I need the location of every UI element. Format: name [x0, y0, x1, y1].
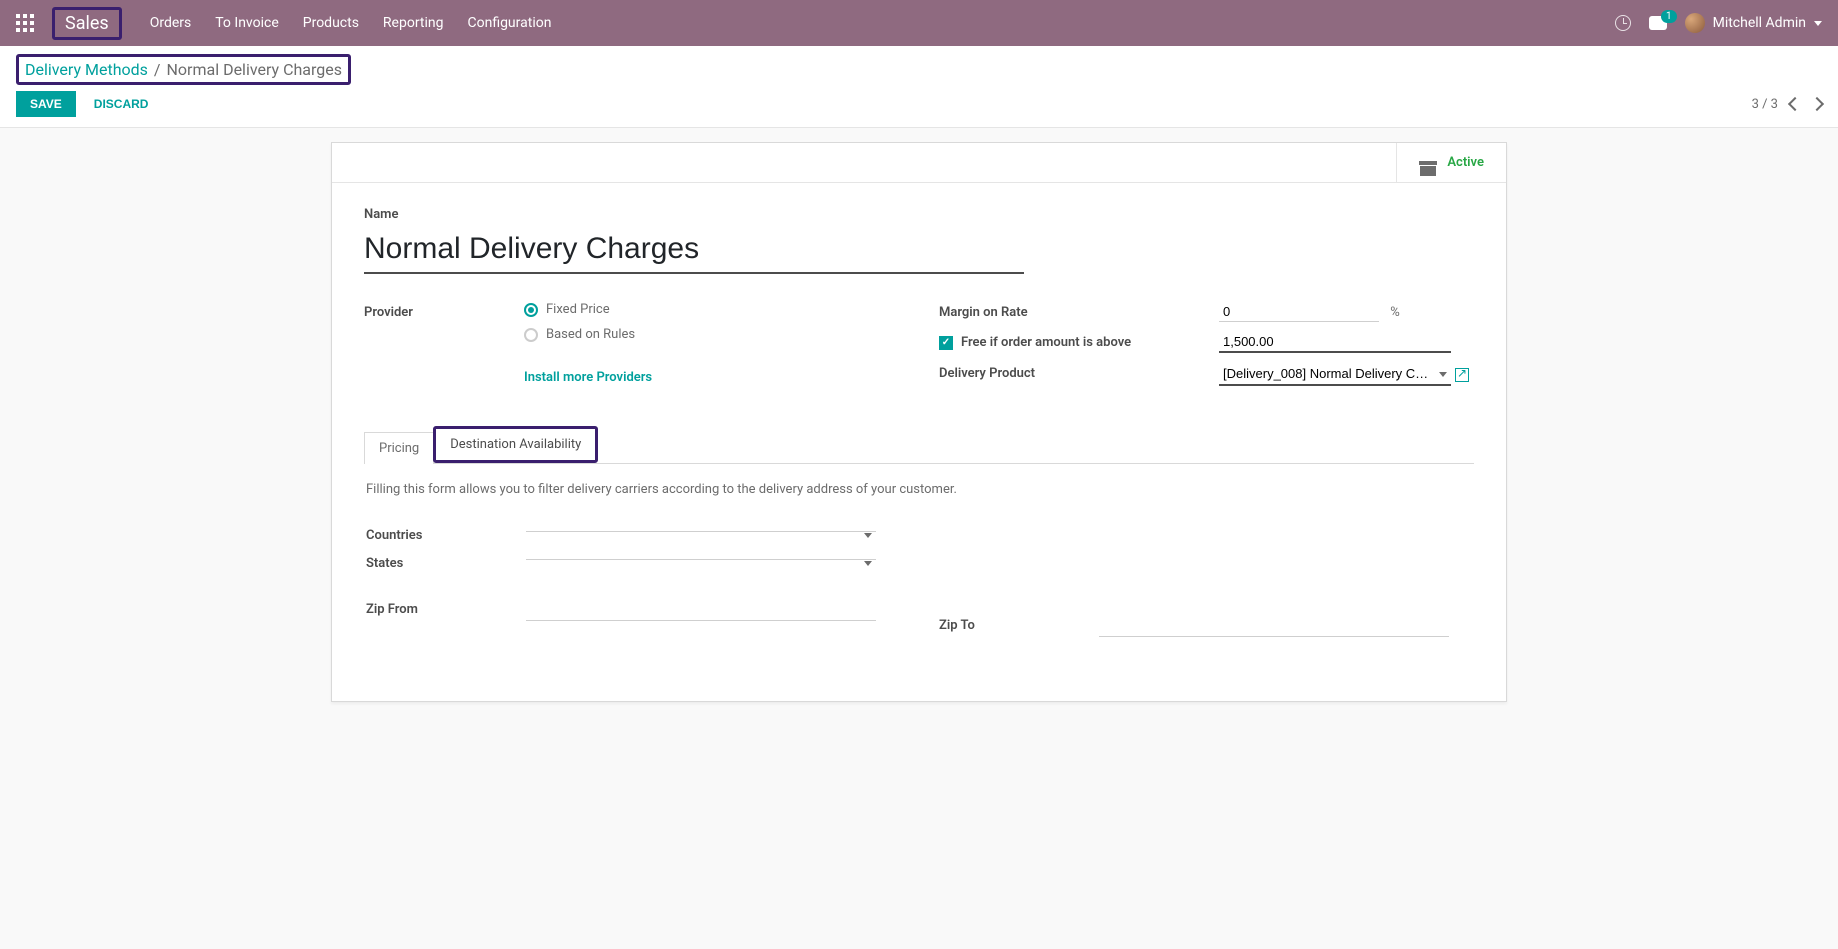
- caret-down-icon: [864, 533, 872, 538]
- name-label: Name: [364, 207, 1474, 222]
- external-link-icon[interactable]: [1455, 368, 1469, 382]
- nav-menu: Orders To Invoice Products Reporting Con…: [150, 15, 552, 31]
- navbar-left: Sales Orders To Invoice Products Reporti…: [16, 7, 551, 40]
- caret-down-icon: [1814, 21, 1822, 26]
- provider-rules-label: Based on Rules: [546, 327, 635, 342]
- breadcrumb: Delivery Methods / Normal Delivery Charg…: [16, 54, 351, 85]
- destination-help-text: Filling this form allows you to filter d…: [366, 482, 1472, 497]
- caret-down-icon: [864, 561, 872, 566]
- delivery-product-label: Delivery Product: [939, 363, 1219, 381]
- tab-destination-availability[interactable]: Destination Availability: [433, 426, 598, 463]
- nav-to-invoice[interactable]: To Invoice: [215, 15, 279, 31]
- action-buttons: SAVE DISCARD: [16, 91, 156, 117]
- radio-unchecked-icon: [524, 328, 538, 342]
- avatar-icon: [1685, 13, 1705, 33]
- free-over-input[interactable]: [1219, 332, 1451, 353]
- margin-input[interactable]: [1219, 302, 1379, 322]
- app-title[interactable]: Sales: [52, 7, 122, 40]
- user-menu[interactable]: Mitchell Admin: [1685, 13, 1822, 33]
- tabs: Pricing Destination Availability: [364, 426, 1474, 464]
- margin-label: Margin on Rate: [939, 302, 1219, 320]
- delivery-product-input[interactable]: [1219, 363, 1451, 386]
- active-label: Active: [1447, 155, 1484, 170]
- discuss-icon[interactable]: 1: [1649, 16, 1667, 30]
- countries-label: Countries: [366, 525, 526, 543]
- name-input[interactable]: [364, 228, 1024, 274]
- breadcrumb-current: Normal Delivery Charges: [167, 60, 342, 79]
- status-bar: Active: [332, 143, 1506, 183]
- tab-destination-content: Filling this form allows you to filter d…: [364, 464, 1474, 677]
- top-navbar: Sales Orders To Invoice Products Reporti…: [0, 0, 1838, 46]
- apps-icon[interactable]: [16, 14, 34, 32]
- provider-fixed-label: Fixed Price: [546, 302, 610, 317]
- breadcrumb-parent[interactable]: Delivery Methods: [25, 60, 148, 79]
- pager-prev-button[interactable]: [1788, 97, 1802, 111]
- breadcrumb-sep: /: [154, 60, 161, 79]
- user-name: Mitchell Admin: [1713, 15, 1806, 31]
- archive-icon: [1419, 161, 1437, 165]
- nav-orders[interactable]: Orders: [150, 15, 192, 31]
- free-over-checkbox[interactable]: [939, 336, 953, 350]
- provider-based-on-rules[interactable]: Based on Rules: [524, 327, 899, 342]
- free-over-label: Free if order amount is above: [961, 335, 1131, 350]
- countries-input[interactable]: [526, 525, 876, 532]
- zip-to-label: Zip To: [939, 615, 1099, 633]
- percent-suffix: %: [1390, 305, 1400, 320]
- states-input[interactable]: [526, 553, 876, 560]
- navbar-right: 1 Mitchell Admin: [1615, 13, 1822, 33]
- install-providers-link[interactable]: Install more Providers: [524, 370, 899, 385]
- nav-reporting[interactable]: Reporting: [383, 15, 444, 31]
- pager: 3 / 3: [1752, 97, 1822, 112]
- form-sheet: Active Name Provider Fixed Price: [331, 142, 1507, 702]
- activity-icon[interactable]: [1615, 15, 1631, 31]
- discard-button[interactable]: DISCARD: [86, 91, 157, 117]
- provider-fixed-price[interactable]: Fixed Price: [524, 302, 899, 317]
- zip-from-label: Zip From: [366, 599, 526, 617]
- zip-to-input[interactable]: [1099, 615, 1449, 637]
- chat-badge: 1: [1661, 10, 1677, 23]
- save-button[interactable]: SAVE: [16, 91, 76, 117]
- pager-text: 3 / 3: [1752, 97, 1778, 112]
- radio-checked-icon: [524, 303, 538, 317]
- zip-from-input[interactable]: [526, 599, 876, 621]
- states-label: States: [366, 553, 526, 571]
- control-bar: Delivery Methods / Normal Delivery Charg…: [0, 46, 1838, 128]
- nav-products[interactable]: Products: [303, 15, 359, 31]
- provider-label: Provider: [364, 302, 524, 320]
- tab-pricing[interactable]: Pricing: [364, 432, 434, 464]
- active-toggle[interactable]: Active: [1396, 143, 1506, 182]
- pager-next-button[interactable]: [1810, 97, 1824, 111]
- nav-configuration[interactable]: Configuration: [467, 15, 551, 31]
- form-sheet-wrap: Active Name Provider Fixed Price: [331, 142, 1507, 702]
